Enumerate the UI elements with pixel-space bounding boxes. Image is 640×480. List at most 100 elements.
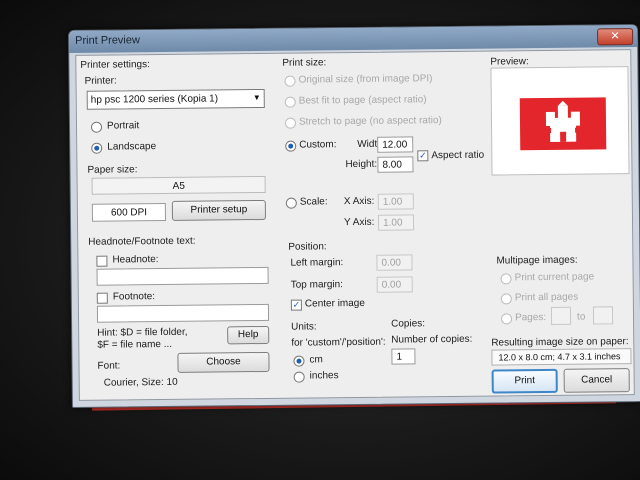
best-fit-radio[interactable]	[284, 96, 296, 108]
cancel-button[interactable]: Cancel	[563, 368, 630, 393]
printer-label: Printer:	[84, 75, 117, 87]
pages-range-radio[interactable]	[500, 313, 513, 325]
cancel-label: Cancel	[581, 374, 613, 386]
hint-line-1: Hint: $D = file folder,	[97, 326, 188, 339]
preview-label: Preview:	[490, 56, 529, 68]
font-label: Font:	[97, 360, 121, 372]
choose-font-button[interactable]: Choose	[177, 351, 270, 373]
top-margin-input[interactable]: 0.00	[376, 276, 413, 293]
x-axis-input[interactable]: 1.00	[377, 193, 414, 210]
chevron-down-icon: ▼	[252, 92, 261, 103]
stretch-radio[interactable]	[284, 117, 297, 129]
result-field: 12.0 x 8.0 cm; 4.7 x 3.1 inches	[491, 348, 632, 366]
choose-label: Choose	[206, 356, 241, 368]
aspect-ratio-label: Aspect ratio	[431, 149, 485, 162]
original-size-radio[interactable]	[284, 75, 296, 87]
castle-icon	[545, 100, 581, 142]
height-input[interactable]: 8.00	[377, 156, 414, 173]
pages-to-input[interactable]	[592, 306, 614, 325]
left-margin-input[interactable]: 0.00	[376, 254, 413, 271]
y-axis-value: 1.00	[382, 217, 403, 229]
window-title: Print Preview	[75, 34, 140, 47]
hint-line-2: $F = file name ...	[97, 338, 173, 351]
units-label: Units:	[291, 321, 317, 333]
printer-setup-button[interactable]: Printer setup	[171, 199, 266, 221]
preview-area	[490, 66, 630, 176]
height-value: 8.00	[382, 159, 402, 171]
scale-radio[interactable]	[285, 197, 297, 209]
top-margin-value: 0.00	[381, 279, 402, 291]
paper-size-label: Paper size:	[87, 164, 138, 176]
print-all-pages-label: Print all pages	[514, 291, 579, 304]
width-input[interactable]: 12.00	[377, 136, 414, 153]
dialog-body: Printer settings: Printer: hp psc 1200 s…	[75, 49, 635, 401]
x-axis-value: 1.00	[382, 196, 403, 208]
printer-setup-label: Printer setup	[190, 204, 248, 216]
titlebar: Print Preview ✕	[69, 25, 638, 53]
paper-size-value: A5	[172, 180, 185, 192]
y-axis-input[interactable]: 1.00	[377, 214, 415, 231]
close-icon: ✕	[610, 30, 620, 43]
scale-label: Scale:	[299, 196, 328, 208]
to-label: to	[576, 311, 586, 323]
left-margin-value: 0.00	[381, 257, 401, 269]
stretch-label: Stretch to page (no aspect ratio)	[298, 115, 442, 128]
print-size-label: Print size:	[282, 57, 327, 69]
print-preview-dialog: Print Preview ✕ Printer settings: Printe…	[68, 24, 640, 408]
footnote-label: Footnote:	[112, 291, 156, 303]
y-axis-label: Y Axis:	[343, 216, 375, 229]
copies-value: 1	[396, 351, 403, 363]
top-margin-label: Top margin:	[290, 279, 343, 291]
custom-label: Custom:	[299, 139, 337, 151]
pages-label: Pages:	[514, 312, 547, 324]
footnote-checkbox[interactable]	[96, 292, 108, 304]
landscape-radio[interactable]	[91, 142, 103, 154]
printer-select-value: hp psc 1200 series (Kopia 1)	[90, 93, 219, 106]
units-sub-label: for 'custom'/'position':	[291, 336, 386, 349]
help-button[interactable]: Help	[227, 325, 270, 345]
pages-from-input[interactable]	[550, 306, 572, 325]
font-value: Courier, Size: 10	[103, 376, 178, 389]
dpi-value: 600 DPI	[110, 207, 148, 219]
height-label: Height:	[345, 158, 378, 171]
print-label: Print	[514, 375, 536, 387]
help-label: Help	[237, 329, 259, 341]
inches-label: inches	[309, 370, 339, 382]
position-label: Position:	[288, 241, 327, 253]
portrait-label: Portrait	[106, 120, 140, 132]
paper-size-field: A5	[91, 175, 266, 195]
portrait-radio[interactable]	[90, 121, 103, 133]
print-current-page-label: Print current page	[514, 271, 595, 284]
multipage-label: Multipage images:	[496, 254, 578, 267]
original-size-label: Original size (from image DPI)	[298, 73, 433, 86]
footnote-input[interactable]	[96, 303, 270, 323]
custom-size-radio[interactable]	[285, 140, 297, 152]
headnote-label: Headnote:	[112, 254, 159, 266]
printer-settings-label: Printer settings:	[80, 59, 150, 71]
close-button[interactable]: ✕	[597, 28, 634, 46]
print-current-page-radio[interactable]	[500, 273, 512, 285]
result-value: 12.0 x 8.0 cm; 4.7 x 3.1 inches	[498, 351, 621, 363]
left-margin-label: Left margin:	[290, 257, 344, 269]
flag-image	[519, 97, 607, 151]
landscape-label: Landscape	[107, 141, 157, 153]
headnote-footnote-label: Headnote/Footnote text:	[88, 235, 196, 248]
number-of-copies-label: Number of copies:	[391, 333, 473, 346]
width-value: 12.00	[382, 139, 408, 151]
cm-label: cm	[309, 354, 323, 366]
copies-label: Copies:	[391, 318, 426, 330]
print-all-pages-radio[interactable]	[500, 293, 512, 305]
x-axis-label: X Axis:	[343, 195, 375, 208]
cm-radio[interactable]	[293, 355, 305, 367]
printer-select[interactable]: hp psc 1200 series (Kopia 1) ▼	[86, 88, 265, 110]
dpi-field: 600 DPI	[91, 202, 167, 222]
headnote-checkbox[interactable]	[96, 255, 108, 267]
center-image-checkbox[interactable]: ✓	[290, 299, 302, 311]
headnote-input[interactable]	[96, 266, 269, 286]
print-button[interactable]: Print	[491, 368, 558, 394]
aspect-ratio-checkbox[interactable]: ✓	[417, 150, 429, 162]
best-fit-label: Best fit to page (aspect ratio)	[298, 94, 427, 107]
copies-input[interactable]: 1	[391, 348, 416, 365]
inches-radio[interactable]	[293, 371, 305, 383]
result-label: Resulting image size on paper:	[491, 336, 629, 349]
